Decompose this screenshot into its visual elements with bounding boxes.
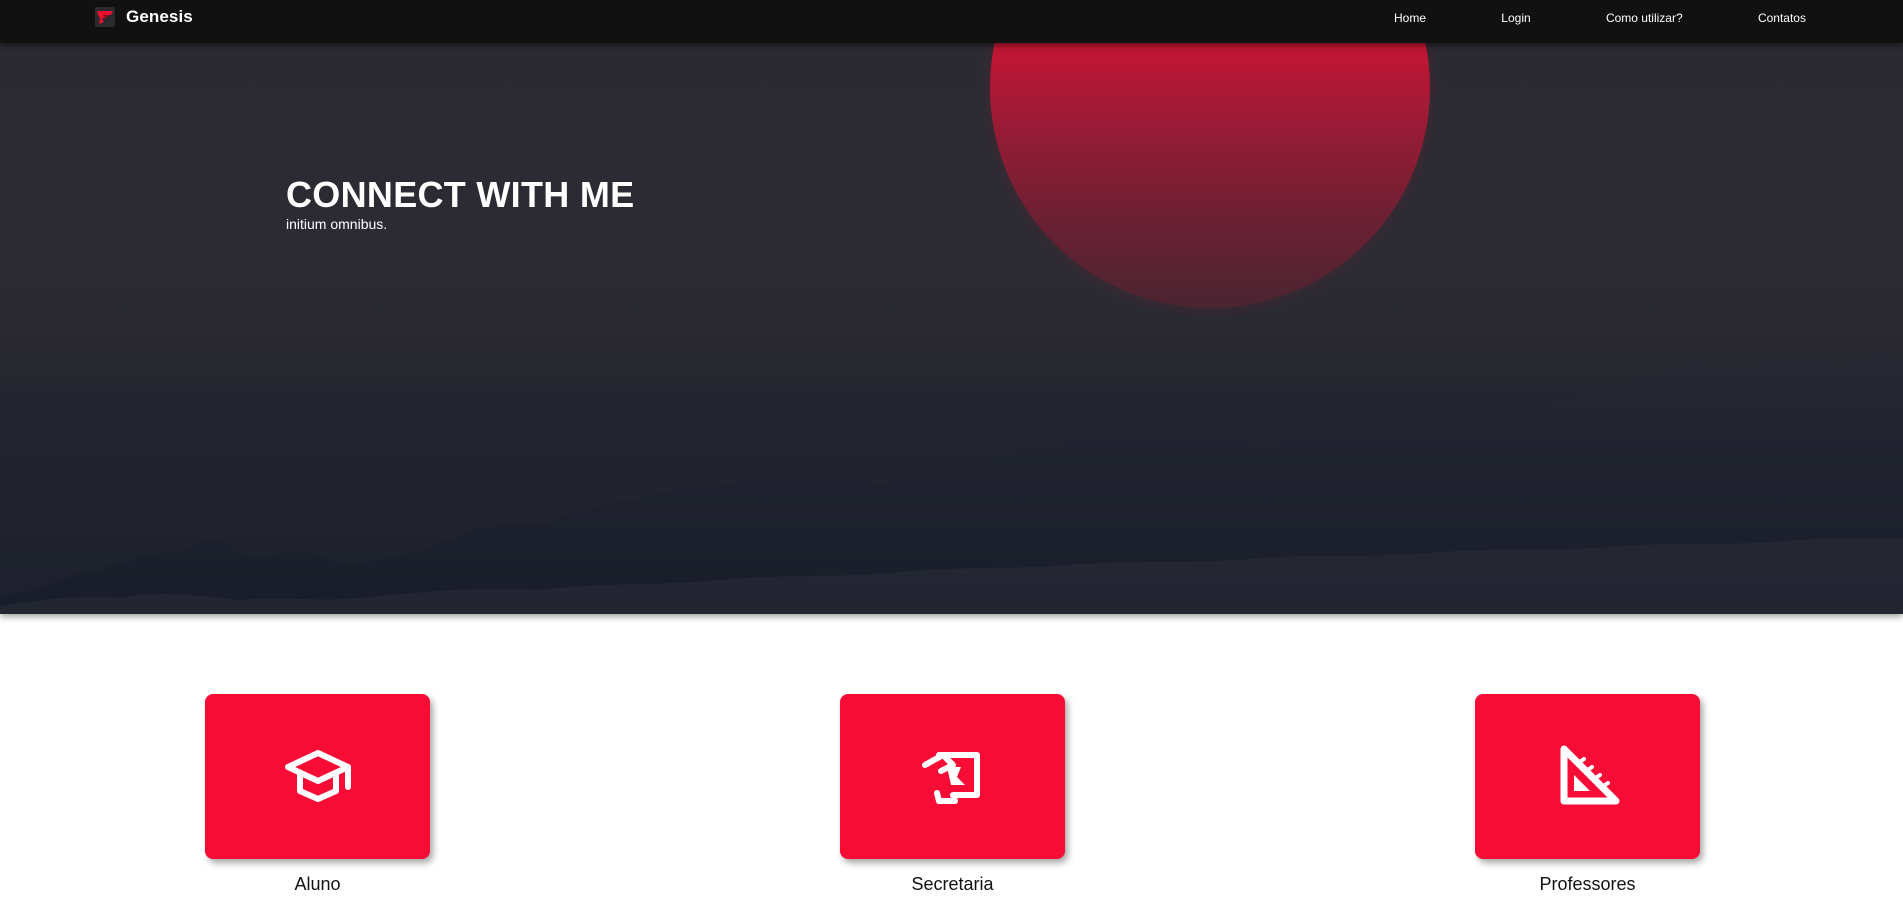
nav-link-contatos[interactable]: Contatos bbox=[1744, 11, 1820, 25]
card-professores-button[interactable] bbox=[1475, 694, 1700, 859]
set-square-ruler-icon bbox=[1560, 745, 1619, 804]
hero-subtitle: initium omnibus. bbox=[286, 216, 388, 232]
scroll-document-icon bbox=[921, 751, 980, 804]
nav-link-login[interactable]: Login bbox=[1487, 11, 1544, 25]
hero-banner: CONNECT WITH ME initium omnibus. bbox=[0, 0, 1903, 614]
top-navbar: Genesis Home Login Como utilizar? Contat… bbox=[0, 0, 1903, 43]
nav-link-como-utilizar[interactable]: Como utilizar? bbox=[1592, 11, 1697, 25]
card-secretaria: Secretaria bbox=[840, 694, 1065, 894]
brand-link[interactable]: Genesis bbox=[94, 6, 193, 28]
card-secretaria-button[interactable] bbox=[840, 694, 1065, 859]
card-professores-label: Professores bbox=[1539, 874, 1636, 894]
hero-text-block: CONNECT WITH ME initium omnibus. bbox=[286, 174, 634, 232]
card-aluno-button[interactable] bbox=[205, 694, 430, 859]
card-secretaria-label: Secretaria bbox=[911, 874, 994, 894]
nav-link-home[interactable]: Home bbox=[1380, 11, 1440, 25]
hero-title: CONNECT WITH ME bbox=[286, 174, 635, 215]
brand-name: Genesis bbox=[126, 7, 193, 26]
card-aluno: Aluno bbox=[205, 694, 430, 894]
graduation-cap-icon bbox=[284, 749, 351, 802]
genesis-logo-icon bbox=[95, 7, 115, 27]
card-professores: Professores bbox=[1475, 694, 1700, 894]
sunset-background-image bbox=[0, 0, 1903, 614]
card-aluno-label: Aluno bbox=[294, 874, 341, 894]
nav-links: Home Login Como utilizar? Contatos bbox=[1380, 0, 1820, 36]
role-cards-section: Aluno Secretaria Professores bbox=[0, 694, 1903, 903]
